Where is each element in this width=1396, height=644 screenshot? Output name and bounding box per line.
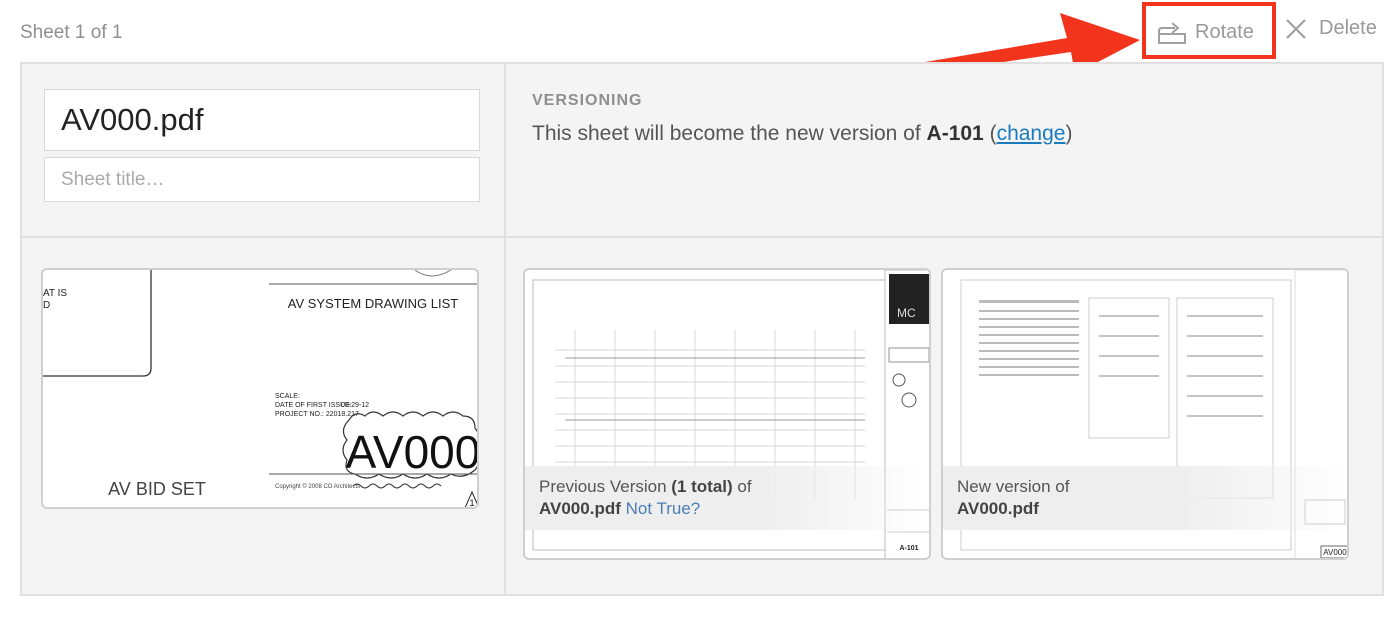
versioning-text-before: This sheet will become the new version o… — [532, 122, 927, 145]
versioning-description: This sheet will become the new version o… — [532, 122, 1072, 146]
sheet-text-d: D — [43, 300, 50, 311]
rotate-button[interactable]: Rotate — [1157, 19, 1254, 45]
logo-stamp-text: MC — [897, 306, 916, 320]
new-version-caption: New version of AV000.pdf — [943, 466, 1347, 530]
new-caption-filename: AV000.pdf — [957, 499, 1039, 518]
delete-button[interactable]: Delete — [1285, 17, 1377, 40]
prev-caption-filename: AV000.pdf — [539, 499, 621, 518]
set-name: AV BID SET — [108, 479, 206, 499]
versioning-sheet-code: A-101 — [926, 122, 984, 145]
delete-label: Delete — [1319, 17, 1377, 39]
drawing-list-title: AV SYSTEM DRAWING LIST — [288, 296, 459, 311]
new-caption-text: New version of — [957, 477, 1070, 496]
copyright-text: Copyright © 2008 CO Architects — [275, 483, 360, 490]
new-corner-label: AV000 — [1323, 548, 1347, 557]
sheet-filename-input[interactable] — [44, 89, 480, 151]
sheet-panel: VERSIONING This sheet will become the ne… — [20, 62, 1384, 596]
date-value: 08-29-12 — [341, 402, 369, 409]
previous-version-caption: Previous Version (1 total) of AV000.pdf … — [525, 466, 929, 530]
paren-close: ) — [1065, 122, 1073, 145]
sheet-count: Sheet 1 of 1 — [20, 22, 123, 43]
prev-sheet-code: A-101 — [899, 545, 918, 552]
sheet-number-stamp: AV000 — [346, 426, 479, 478]
scale-label: SCALE: — [275, 393, 300, 400]
paren-open: ( — [983, 122, 997, 145]
sheet-title-input[interactable] — [44, 157, 480, 202]
prev-caption-total: (1 total) — [671, 477, 733, 496]
current-sheet-drawing: AT IS D AV SYSTEM DRAWING LIST SCALE: DA… — [43, 270, 479, 508]
rotate-highlight-annotation: Rotate — [1142, 2, 1276, 59]
rotate-icon — [1158, 22, 1186, 44]
panel-divider-vertical — [504, 64, 506, 594]
not-true-link[interactable]: Not True? — [626, 499, 701, 518]
change-link[interactable]: change — [997, 122, 1066, 145]
panel-divider-horizontal — [22, 236, 1382, 238]
current-sheet-thumbnail[interactable]: AT IS D AV SYSTEM DRAWING LIST SCALE: DA… — [41, 268, 479, 509]
revision-number: 1 — [469, 498, 474, 508]
close-icon — [1286, 18, 1306, 39]
new-version-thumbnail[interactable]: AV000 New version of AV000.pdf — [941, 268, 1349, 560]
versioning-heading: VERSIONING — [532, 92, 643, 109]
sheet-text-at: AT IS — [43, 288, 67, 299]
prev-caption-prefix: Previous Version — [539, 477, 672, 496]
prev-caption-of: of — [732, 477, 752, 496]
project-number: PROJECT NO.: 22018.217 — [275, 411, 359, 418]
previous-version-thumbnail[interactable]: MC A-101 Previous Version (1 total) of A… — [523, 268, 931, 560]
rotate-label: Rotate — [1195, 20, 1254, 43]
sheet-actions: Rotate Delete — [996, 0, 1396, 64]
